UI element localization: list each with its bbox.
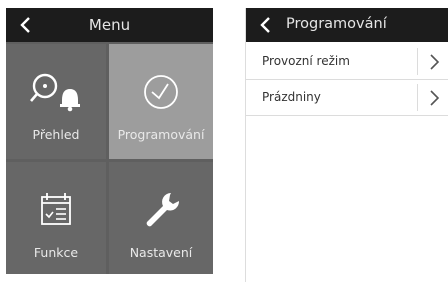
overview-icon xyxy=(30,73,80,112)
clock-icon xyxy=(144,75,178,109)
programming-header: Programování xyxy=(246,8,448,42)
tile-prehled[interactable]: Přehled xyxy=(6,44,106,159)
tile-programovani[interactable]: Programování xyxy=(109,44,213,159)
wrench-icon xyxy=(146,193,180,227)
tile-label: Přehled xyxy=(32,127,80,142)
calendar-icon xyxy=(41,193,71,225)
tile-label: Programování xyxy=(117,127,205,142)
tile-nastaveni[interactable]: Nastavení xyxy=(109,162,213,274)
row-divider xyxy=(417,84,418,111)
menu-item-label: Prázdniny xyxy=(262,90,321,104)
programming-screen: Programování Provozní režim Prázdniny xyxy=(245,8,448,282)
menu-title: Menu xyxy=(88,16,131,34)
back-arrow-icon[interactable] xyxy=(256,15,276,35)
menu-header: Menu xyxy=(6,8,213,42)
menu-screen: Menu Přehled Programování Funkce Nastave… xyxy=(6,8,213,274)
menu-item-provozni-rezim[interactable]: Provozní režim xyxy=(246,44,448,80)
tile-funkce[interactable]: Funkce xyxy=(6,162,106,274)
row-divider xyxy=(417,48,418,75)
programming-title: Programování xyxy=(286,16,387,32)
chevron-right-icon xyxy=(430,90,440,106)
tile-label: Nastavení xyxy=(129,245,193,260)
menu-item-label: Provozní režim xyxy=(262,54,350,68)
chevron-right-icon xyxy=(430,54,440,70)
tile-label: Funkce xyxy=(33,245,79,260)
menu-item-prazdniny[interactable]: Prázdniny xyxy=(246,80,448,116)
